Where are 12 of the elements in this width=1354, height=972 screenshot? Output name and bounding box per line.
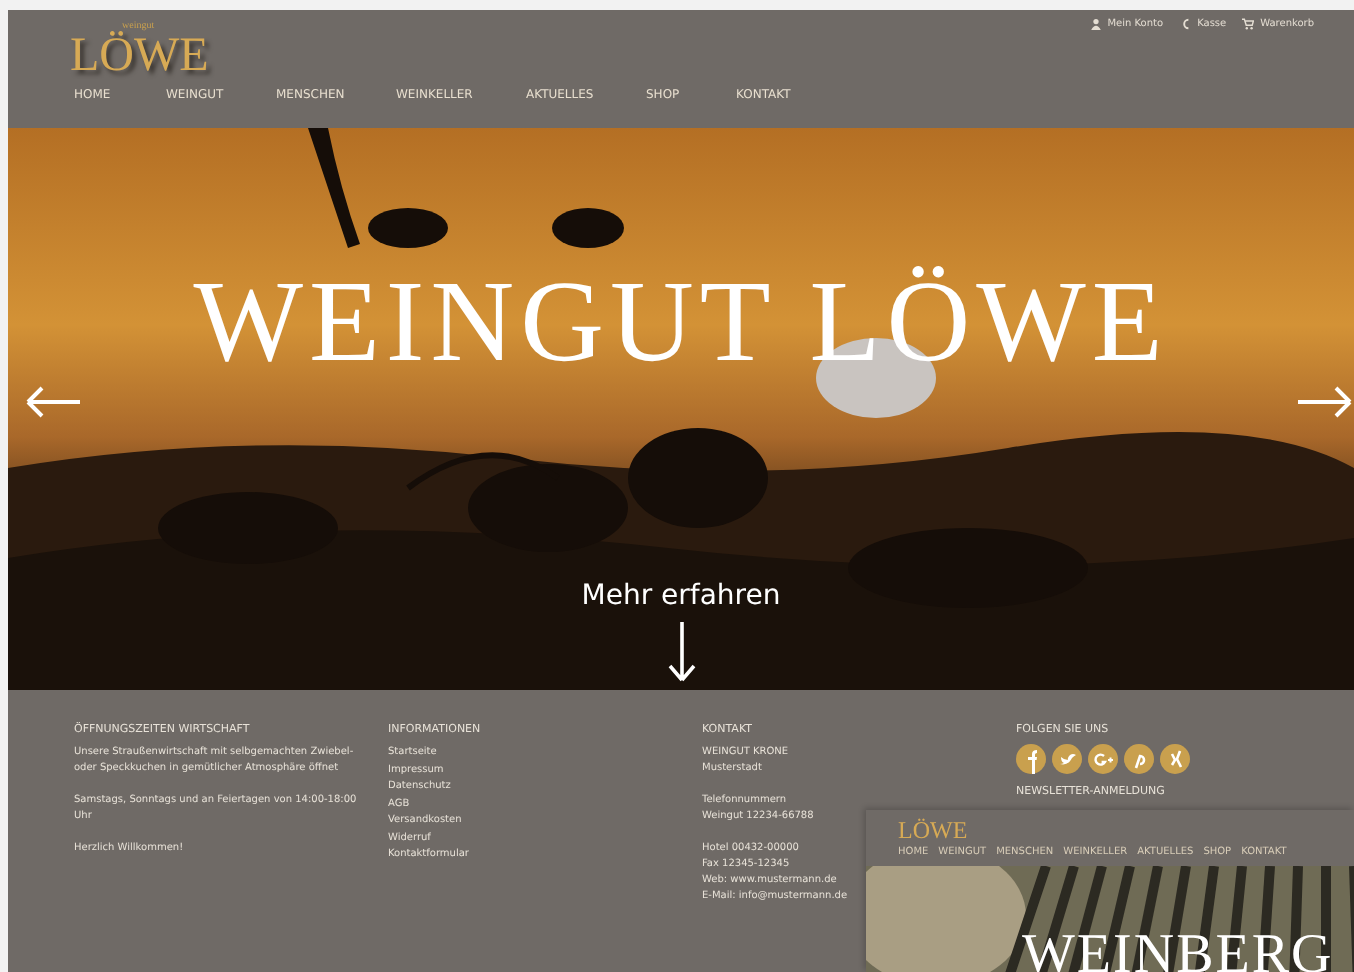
more-link[interactable]: Mehr erfahren xyxy=(581,580,781,612)
xing-icon[interactable] xyxy=(1160,744,1190,774)
facebook-icon[interactable] xyxy=(1016,744,1046,774)
arrow-left-icon[interactable] xyxy=(24,382,84,422)
google-icon[interactable] xyxy=(1088,744,1118,774)
person-icon xyxy=(1089,18,1102,30)
arrow-right-icon[interactable] xyxy=(1294,382,1354,422)
twitter-icon[interactable] xyxy=(1052,744,1082,774)
arrow-down-icon[interactable] xyxy=(665,620,697,684)
pinterest-icon[interactable] xyxy=(1124,744,1154,774)
cart-icon xyxy=(1242,18,1255,30)
logo[interactable]: LÖWE xyxy=(898,818,968,844)
